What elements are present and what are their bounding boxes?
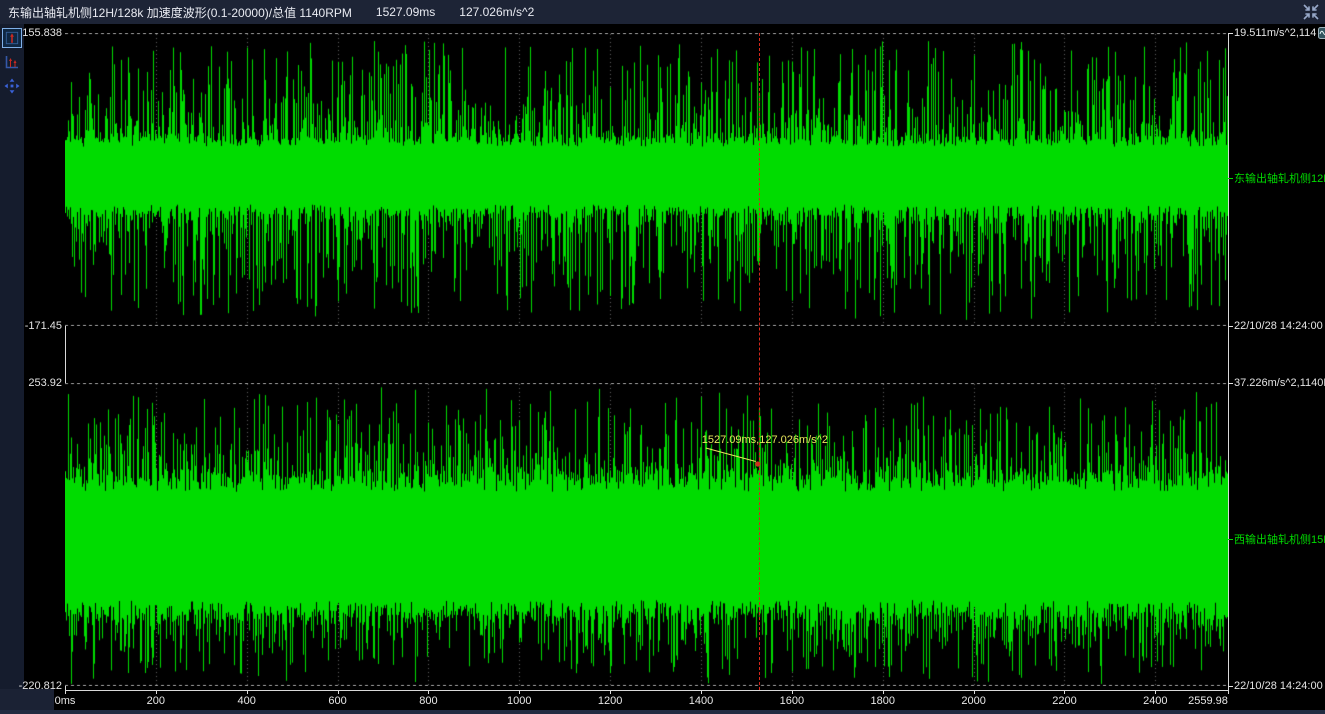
x-axis-tick-label: 600 — [328, 695, 346, 707]
waveform-canvas-channel1 — [65, 33, 1228, 326]
waveform-plot-channel1[interactable] — [65, 33, 1228, 326]
tool-sidebar — [0, 24, 24, 714]
window-title: 东输出轴轧机侧12H/128k 加速度波形(0.1-20000)/总值 1140… — [8, 4, 352, 21]
cursor-time-readout: 1527.09ms — [376, 5, 435, 19]
x-axis-tick-mark — [519, 690, 520, 694]
chart2-channel-label: 西输出轴轧机侧15H — [1234, 531, 1325, 547]
chart1-overall-label: 19.511m/s^2,114 — [1234, 27, 1316, 39]
x-axis-tick-mark — [610, 690, 611, 694]
chart2-channel-row: 西输出轴轧机侧15H — [1228, 531, 1325, 547]
x-axis-tick-label: 0ms — [55, 695, 76, 707]
x-axis-tick-label: 1400 — [689, 695, 713, 707]
x-axis-tick-label: 2200 — [1052, 695, 1076, 707]
x-axis-tick-label: 1200 — [598, 695, 622, 707]
horizontal-scrollbar[interactable] — [0, 710, 1325, 714]
x-axis-tick-label: 1800 — [870, 695, 894, 707]
chart2-timestamp: 22/10/28 14:24:00 — [1234, 680, 1323, 692]
x-axis-line — [65, 690, 1229, 691]
right-axis-line — [1228, 33, 1229, 691]
x-axis-tick-mark — [701, 690, 702, 694]
chart2-timestamp-row: 22/10/28 14:24:00 — [1228, 680, 1325, 692]
pan-tool-button[interactable] — [2, 76, 22, 96]
pan-move-icon — [4, 78, 20, 94]
right-tick — [1228, 686, 1233, 687]
x-axis-tick-mark — [883, 690, 884, 694]
right-tick — [1228, 326, 1233, 327]
x-axis-tick-mark — [428, 690, 429, 694]
cursor-annotation: 1527.09ms,127.026m/s^2 — [702, 434, 828, 446]
right-tick — [1228, 539, 1233, 540]
waveform-plot-channel2[interactable]: 1527.09ms,127.026m/s^2 — [65, 383, 1228, 686]
x-axis-tick-mark — [792, 690, 793, 694]
harmonic-cursor-icon — [4, 54, 20, 70]
measurement-cursor-line[interactable] — [759, 33, 760, 690]
x-axis-tick-mark — [1064, 690, 1065, 694]
waveform-type-icon[interactable] — [1318, 27, 1325, 39]
right-tick — [1228, 178, 1233, 179]
harmonic-cursor-tool-button[interactable] — [2, 52, 22, 72]
title-bar: 东输出轴轧机侧12H/128k 加速度波形(0.1-20000)/总值 1140… — [0, 0, 1325, 24]
waveform-canvas-channel2 — [65, 383, 1228, 686]
x-axis-tick-mark — [156, 690, 157, 694]
collapse-arrows-icon — [1302, 3, 1320, 21]
x-axis-tick-label: 1600 — [780, 695, 804, 707]
right-tick — [1228, 383, 1233, 384]
chart2-overall-label: 37.226m/s^2,1140RP — [1234, 377, 1325, 389]
chart1-timestamp: 22/10/28 14:24:00 — [1234, 320, 1323, 332]
x-axis-tick-label: 1000 — [507, 695, 531, 707]
cursor-value-readout: 127.026m/s^2 — [459, 5, 534, 19]
x-axis-tick-mark — [65, 690, 66, 694]
x-axis-tick-mark — [338, 690, 339, 694]
chart1-channel-label: 东输出轴轧机侧12H — [1234, 170, 1325, 186]
chart1-ymax-label: 155.838 — [2, 27, 62, 39]
x-axis-tick-label: 800 — [419, 695, 437, 707]
right-tick — [1228, 33, 1233, 34]
x-axis-tick-label: 400 — [238, 695, 256, 707]
x-axis-tick-label: 2400 — [1143, 695, 1167, 707]
vibration-analysis-window: 东输出轴轧机侧12H/128k 加速度波形(0.1-20000)/总值 1140… — [0, 0, 1325, 714]
x-axis-tick-label: 200 — [147, 695, 165, 707]
chart1-timestamp-row: 22/10/28 14:24:00 — [1228, 320, 1325, 332]
x-axis-tick-mark — [974, 690, 975, 694]
chart2-overall-row: 37.226m/s^2,1140RP — [1228, 377, 1325, 389]
chart1-channel-row: 东输出轴轧机侧12H — [1228, 170, 1325, 186]
chart2-ymax-label: 253.92 — [2, 377, 62, 389]
x-axis-tick-mark — [1228, 690, 1229, 694]
collapse-window-button[interactable] — [1302, 3, 1320, 21]
chart1-ymin-label: -171.45 — [2, 320, 62, 332]
x-axis-tick-label: 2000 — [961, 695, 985, 707]
x-axis-tick-label: 2559.98 — [1188, 695, 1228, 707]
x-axis-tick-mark — [1155, 690, 1156, 694]
x-axis-tick-mark — [247, 690, 248, 694]
chart1-overall-row: 19.511m/s^2,114 — [1228, 27, 1325, 39]
